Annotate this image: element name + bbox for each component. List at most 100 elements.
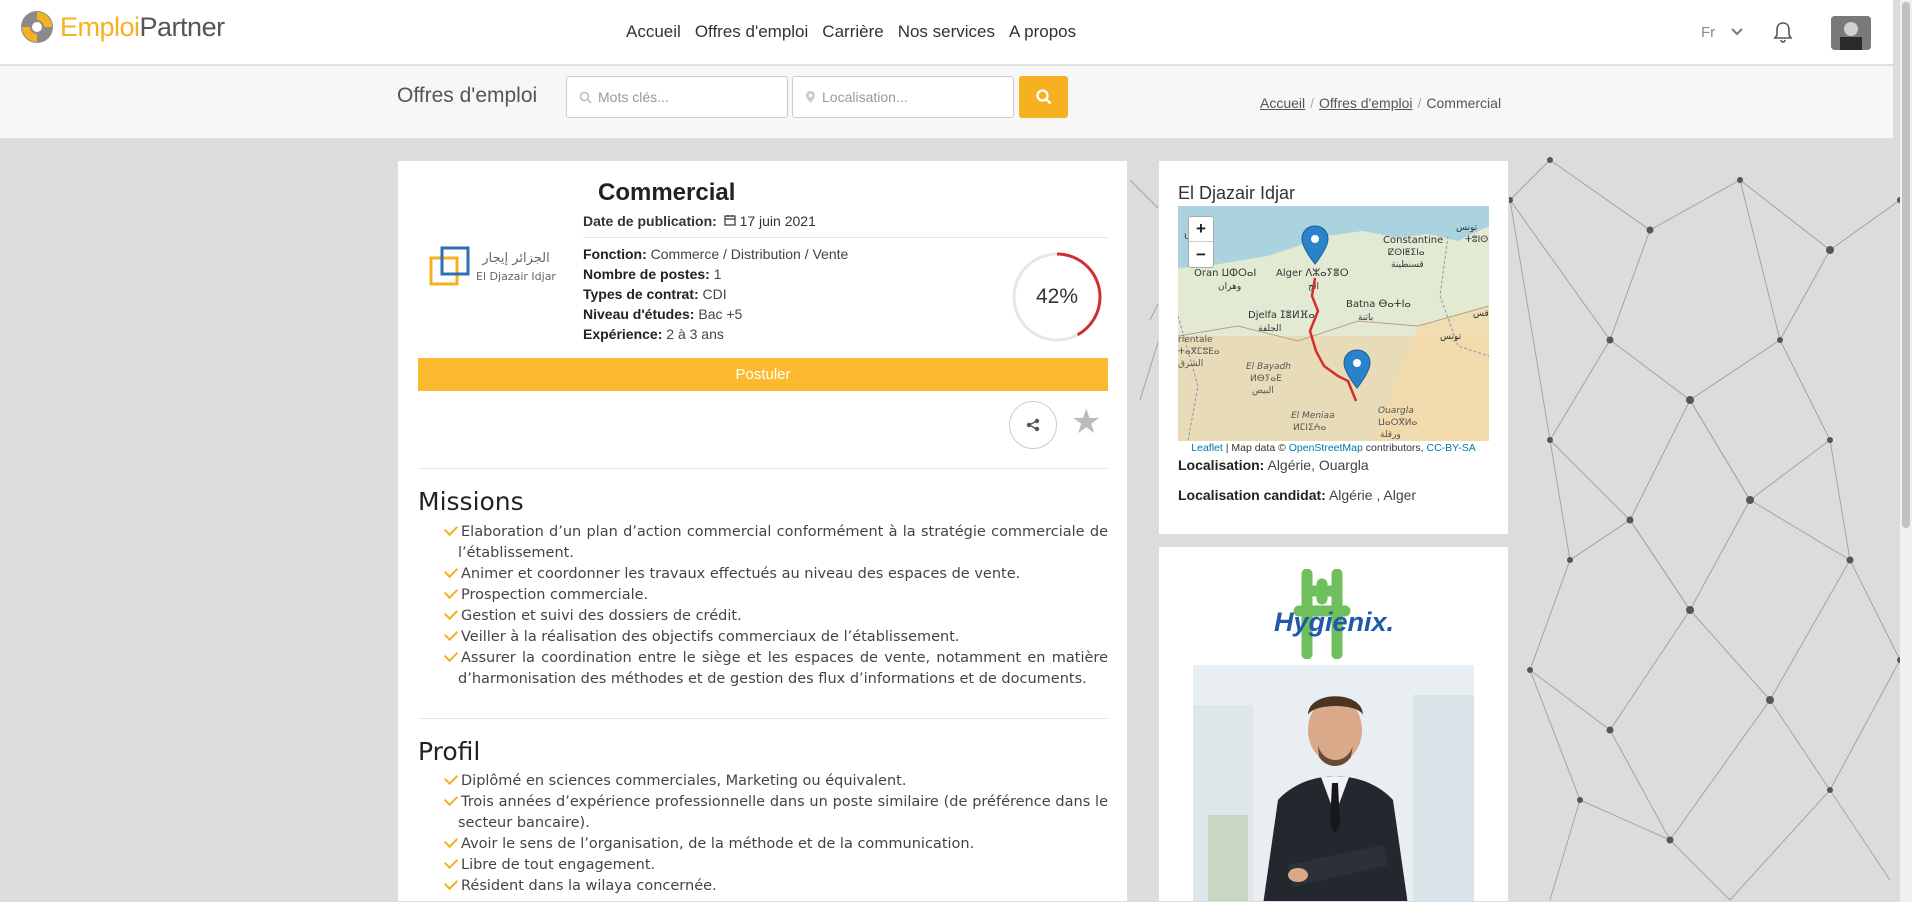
map-label: El Bayadh: [1246, 362, 1291, 372]
location-pin-icon: [806, 91, 815, 103]
map-label: باتنة: [1358, 313, 1373, 323]
keywords-input[interactable]: Mots clés...: [566, 76, 788, 118]
top-navbar: EmploiPartner Accueil Offres d'emploi Ca…: [0, 0, 1893, 65]
mission-text: Animer et coordonner les travaux effectu…: [461, 566, 1021, 582]
map-label: ⵜⴰⴳⵎⵓⴹⴰ: [1178, 347, 1220, 357]
meta-contrat-label: Types de contrat:: [583, 286, 699, 302]
scrollbar-thumb[interactable]: [1902, 2, 1910, 528]
meta-postes-label: Nombre de postes:: [583, 266, 710, 282]
language-label: Fr: [1701, 24, 1716, 41]
meta-etudes-value: Bac +5: [698, 306, 743, 322]
share-icon: [1026, 418, 1040, 432]
profil-text: Avoir le sens de l’organisation, de la m…: [461, 836, 975, 852]
map-label: ورقلة: [1380, 430, 1401, 440]
check-icon: [443, 791, 459, 807]
zoom-in-button[interactable]: +: [1189, 217, 1213, 242]
map-zoom-control: + −: [1188, 216, 1214, 268]
list-item: Libre de tout engagement.: [418, 854, 1108, 876]
chevron-down-icon: [1731, 28, 1744, 36]
meta-experience-value: 2 à 3 ans: [666, 326, 724, 342]
check-icon: [443, 626, 459, 642]
license-link[interactable]: CC-BY-SA: [1427, 442, 1476, 454]
advertisement-card[interactable]: Hygienix.: [1158, 546, 1509, 902]
map-label: الجلفة: [1258, 324, 1281, 334]
publication-date: Date de publication: 17 juin 2021: [583, 213, 816, 229]
breadcrumb-jobs[interactable]: Offres d'emploi: [1319, 95, 1412, 111]
job-location: Localisation: Algérie, Ouargla: [1178, 457, 1369, 473]
menu-item-apropos[interactable]: A propos: [1009, 22, 1076, 42]
leaflet-link[interactable]: Leaflet: [1191, 442, 1223, 454]
page-title: Offres d'emploi: [397, 84, 538, 107]
search-icon: [579, 91, 592, 104]
missions-list: Elaboration d’un plan d’action commercia…: [418, 521, 1108, 690]
mission-text: Assurer la coordination entre le siège e…: [458, 650, 1108, 687]
menu-item-offres[interactable]: Offres d'emploi: [695, 22, 808, 42]
meta-contrat: Types de contrat: CDI: [583, 284, 848, 304]
check-icon: [443, 563, 459, 579]
check-icon: [443, 605, 459, 621]
search-button[interactable]: [1019, 76, 1068, 118]
breadcrumb-separator: /: [1417, 95, 1422, 111]
map-label: ⵇⵙⵏⵟⵉⵏⴰ: [1388, 248, 1425, 258]
menu-item-accueil[interactable]: Accueil: [626, 22, 681, 42]
osm-link[interactable]: OpenStreetMap: [1289, 442, 1363, 454]
publication-value: 17 juin 2021: [739, 213, 816, 229]
brand-logo[interactable]: EmploiPartner: [20, 10, 225, 44]
meta-experience: Expérience: 2 à 3 ans: [583, 324, 848, 344]
company-logo-ar: الجزائر إيجار: [481, 251, 550, 266]
apply-button[interactable]: Postuler: [418, 358, 1108, 391]
zoom-out-button[interactable]: −: [1189, 242, 1213, 267]
location-map[interactable]: urcia Oran ⵡⵀⵔⴰⵏ وهران Alger ⴷⵣⴰⵢⴻⵔ الج …: [1178, 206, 1489, 441]
location-placeholder: Localisation...: [822, 89, 908, 105]
profil-list: Diplômé en sciences commerciales, Market…: [418, 770, 1108, 897]
meta-fonction-value: Commerce / Distribution / Vente: [650, 246, 849, 262]
check-icon: [443, 833, 459, 849]
check-icon: [443, 647, 459, 663]
brand-name-part2: Partner: [139, 11, 226, 42]
breadcrumb-home[interactable]: Accueil: [1260, 95, 1305, 111]
publication-label: Date de publication:: [583, 213, 717, 229]
job-title: Commercial: [598, 179, 736, 206]
location-input[interactable]: Localisation...: [792, 76, 1014, 118]
check-icon: [443, 875, 459, 891]
job-meta: Fonction: Commerce / Distribution / Vent…: [583, 244, 848, 344]
brand-name-part1: Emploi: [60, 11, 140, 42]
share-button[interactable]: [1009, 401, 1057, 449]
avatar-image: [1831, 16, 1871, 50]
search-icon: [1035, 89, 1051, 105]
profil-text: Libre de tout engagement.: [461, 857, 656, 873]
menu-item-services[interactable]: Nos services: [898, 22, 995, 42]
meta-experience-label: Expérience:: [583, 326, 663, 342]
job-location-label: Localisation:: [1178, 457, 1265, 473]
map-attribution: Leaflet | Map data © OpenStreetMap contr…: [1178, 440, 1489, 456]
map-label: البيض: [1252, 386, 1274, 396]
meta-etudes-label: Niveau d'études:: [583, 306, 695, 322]
list-item: Avoir le sens de l’organisation, de la m…: [418, 833, 1108, 855]
map-label: صفاقس: [1473, 309, 1489, 319]
map-label: Constantine: [1383, 235, 1443, 246]
list-item: Prospection commerciale.: [418, 584, 1108, 606]
list-item: Diplômé en sciences commerciales, Market…: [418, 770, 1108, 792]
job-location-value: Algérie, Ouargla: [1267, 457, 1369, 473]
user-avatar[interactable]: [1831, 16, 1871, 50]
breadcrumb-current: Commercial: [1426, 95, 1502, 111]
map-label: Alger ⴷⵣⴰⵢⴻⵔ: [1276, 268, 1349, 279]
menu-item-carriere[interactable]: Carrière: [822, 22, 883, 42]
company-logo-fr: El Djazair Idjar: [476, 270, 556, 283]
map-label: قسنطينة: [1391, 260, 1424, 270]
language-selector[interactable]: Fr: [1701, 24, 1744, 41]
page-scrollbar[interactable]: [1900, 0, 1912, 902]
favorite-button[interactable]: ★: [1071, 405, 1101, 439]
hygienix-text: Hygienix.: [1274, 607, 1394, 637]
map-label: Batna ⴱⴰⵜⵏⴰ: [1346, 299, 1411, 310]
list-item: Elaboration d’un plan d’action commercia…: [418, 521, 1108, 564]
job-card: Commercial Date de publication: 17 juin …: [397, 160, 1128, 902]
missions-heading: Missions: [418, 487, 524, 516]
profil-text: Trois années d’expérience professionnell…: [458, 794, 1108, 831]
map-label: El Meniaa: [1291, 411, 1335, 421]
notifications-button[interactable]: [1773, 21, 1793, 48]
meta-fonction: Fonction: Commerce / Distribution / Vent…: [583, 244, 848, 264]
star-icon: ★: [1071, 403, 1102, 441]
divider: [418, 468, 1108, 469]
meta-postes: Nombre de postes: 1: [583, 264, 848, 284]
